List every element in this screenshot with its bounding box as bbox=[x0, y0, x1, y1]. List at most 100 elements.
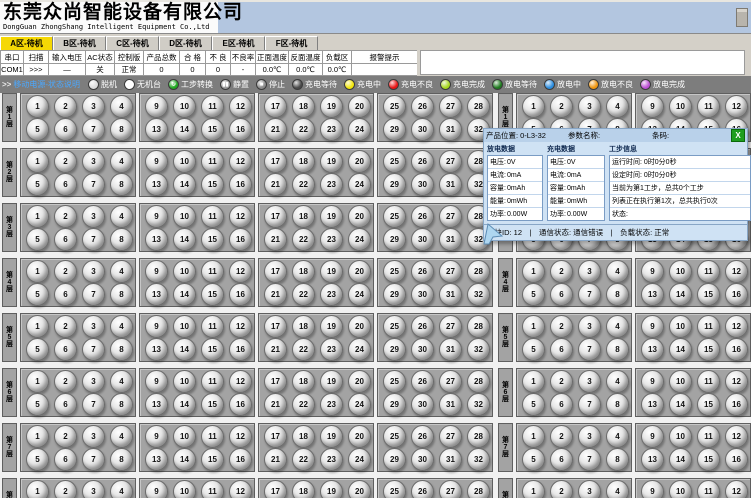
battery-cell[interactable]: 24 bbox=[348, 118, 371, 141]
battery-cell[interactable]: 25 bbox=[383, 150, 406, 173]
battery-cell[interactable]: 1 bbox=[26, 370, 49, 393]
battery-cell[interactable]: 5 bbox=[26, 118, 49, 141]
battery-cell[interactable]: 1 bbox=[522, 480, 545, 498]
battery-cell[interactable]: 1 bbox=[522, 315, 545, 338]
battery-cell[interactable]: 7 bbox=[578, 448, 601, 471]
battery-cell[interactable]: 28 bbox=[467, 260, 490, 283]
battery-cell[interactable]: 20 bbox=[348, 205, 371, 228]
battery-cell[interactable]: 24 bbox=[348, 393, 371, 416]
battery-cell[interactable]: 1 bbox=[26, 315, 49, 338]
battery-cell[interactable]: 7 bbox=[578, 283, 601, 306]
battery-cell[interactable]: 14 bbox=[173, 338, 196, 361]
battery-cell[interactable]: 9 bbox=[145, 260, 168, 283]
battery-cell[interactable]: 23 bbox=[320, 448, 343, 471]
battery-cell[interactable]: 30 bbox=[411, 228, 434, 251]
battery-cell[interactable]: 10 bbox=[173, 150, 196, 173]
battery-cell[interactable]: 3 bbox=[82, 150, 105, 173]
battery-cell[interactable]: 11 bbox=[697, 425, 720, 448]
battery-cell[interactable]: 25 bbox=[383, 260, 406, 283]
battery-cell[interactable]: 13 bbox=[145, 228, 168, 251]
battery-cell[interactable]: 9 bbox=[145, 480, 168, 498]
battery-cell[interactable]: 8 bbox=[110, 228, 133, 251]
battery-cell[interactable]: 20 bbox=[348, 150, 371, 173]
battery-cell[interactable]: 10 bbox=[173, 205, 196, 228]
battery-cell[interactable]: 19 bbox=[320, 150, 343, 173]
battery-cell[interactable]: 2 bbox=[54, 315, 77, 338]
battery-cell[interactable]: 11 bbox=[201, 480, 224, 498]
battery-cell[interactable]: 13 bbox=[145, 393, 168, 416]
battery-cell[interactable]: 17 bbox=[264, 150, 287, 173]
battery-cell[interactable]: 11 bbox=[201, 95, 224, 118]
battery-cell[interactable]: 12 bbox=[725, 480, 748, 498]
battery-cell[interactable]: 30 bbox=[411, 448, 434, 471]
battery-cell[interactable]: 2 bbox=[54, 150, 77, 173]
battery-cell[interactable]: 26 bbox=[411, 150, 434, 173]
battery-cell[interactable]: 16 bbox=[725, 393, 748, 416]
battery-cell[interactable]: 28 bbox=[467, 370, 490, 393]
battery-cell[interactable]: 12 bbox=[229, 370, 252, 393]
battery-cell[interactable]: 15 bbox=[697, 283, 720, 306]
battery-cell[interactable]: 11 bbox=[697, 480, 720, 498]
battery-cell[interactable]: 15 bbox=[697, 338, 720, 361]
battery-cell[interactable]: 1 bbox=[522, 95, 545, 118]
battery-cell[interactable]: 5 bbox=[522, 393, 545, 416]
battery-cell[interactable]: 6 bbox=[54, 393, 77, 416]
battery-cell[interactable]: 5 bbox=[26, 448, 49, 471]
battery-cell[interactable]: 4 bbox=[110, 370, 133, 393]
legend-title-link[interactable]: 移动电源-状态说明 bbox=[13, 79, 80, 90]
battery-cell[interactable]: 27 bbox=[439, 425, 462, 448]
battery-cell[interactable]: 13 bbox=[641, 448, 664, 471]
battery-cell[interactable]: 8 bbox=[110, 393, 133, 416]
battery-cell[interactable]: 14 bbox=[173, 228, 196, 251]
battery-cell[interactable]: 6 bbox=[54, 338, 77, 361]
battery-cell[interactable]: 6 bbox=[550, 448, 573, 471]
battery-cell[interactable]: 10 bbox=[173, 425, 196, 448]
battery-cell[interactable]: 31 bbox=[439, 448, 462, 471]
battery-cell[interactable]: 23 bbox=[320, 173, 343, 196]
battery-cell[interactable]: 8 bbox=[606, 283, 629, 306]
battery-cell[interactable]: 17 bbox=[264, 205, 287, 228]
battery-cell[interactable]: 22 bbox=[292, 393, 315, 416]
battery-cell[interactable]: 16 bbox=[229, 173, 252, 196]
battery-cell[interactable]: 14 bbox=[669, 338, 692, 361]
battery-cell[interactable]: 9 bbox=[641, 370, 664, 393]
battery-cell[interactable]: 7 bbox=[82, 228, 105, 251]
battery-cell[interactable]: 16 bbox=[229, 393, 252, 416]
battery-cell[interactable]: 9 bbox=[145, 205, 168, 228]
battery-cell[interactable]: 16 bbox=[725, 448, 748, 471]
battery-cell[interactable]: 3 bbox=[578, 480, 601, 498]
battery-cell[interactable]: 6 bbox=[54, 228, 77, 251]
tab-zone-2[interactable]: C区-待机 bbox=[106, 36, 159, 50]
battery-cell[interactable]: 11 bbox=[697, 260, 720, 283]
battery-cell[interactable]: 31 bbox=[439, 173, 462, 196]
window-corner-widget[interactable] bbox=[736, 8, 748, 27]
battery-cell[interactable]: 5 bbox=[26, 173, 49, 196]
battery-cell[interactable]: 23 bbox=[320, 228, 343, 251]
battery-cell[interactable]: 22 bbox=[292, 283, 315, 306]
battery-cell[interactable]: 15 bbox=[201, 283, 224, 306]
battery-cell[interactable]: 9 bbox=[641, 315, 664, 338]
battery-cell[interactable]: 7 bbox=[82, 118, 105, 141]
battery-cell[interactable]: 31 bbox=[439, 118, 462, 141]
battery-cell[interactable]: 31 bbox=[439, 338, 462, 361]
battery-cell[interactable]: 22 bbox=[292, 338, 315, 361]
battery-cell[interactable]: 25 bbox=[383, 480, 406, 498]
battery-cell[interactable]: 8 bbox=[606, 393, 629, 416]
battery-cell[interactable]: 15 bbox=[201, 338, 224, 361]
battery-cell[interactable]: 1 bbox=[522, 425, 545, 448]
battery-cell[interactable]: 8 bbox=[110, 118, 133, 141]
battery-cell[interactable]: 4 bbox=[606, 370, 629, 393]
battery-cell[interactable]: 15 bbox=[201, 173, 224, 196]
battery-cell[interactable]: 26 bbox=[411, 95, 434, 118]
battery-cell[interactable]: 17 bbox=[264, 425, 287, 448]
battery-cell[interactable]: 12 bbox=[725, 315, 748, 338]
battery-cell[interactable]: 31 bbox=[439, 393, 462, 416]
battery-cell[interactable]: 23 bbox=[320, 393, 343, 416]
battery-cell[interactable]: 9 bbox=[145, 315, 168, 338]
tab-zone-1[interactable]: B区-待机 bbox=[53, 36, 106, 50]
battery-cell[interactable]: 14 bbox=[173, 448, 196, 471]
battery-cell[interactable]: 10 bbox=[669, 315, 692, 338]
battery-cell[interactable]: 32 bbox=[467, 283, 490, 306]
battery-cell[interactable]: 2 bbox=[550, 425, 573, 448]
battery-cell[interactable]: 18 bbox=[292, 260, 315, 283]
